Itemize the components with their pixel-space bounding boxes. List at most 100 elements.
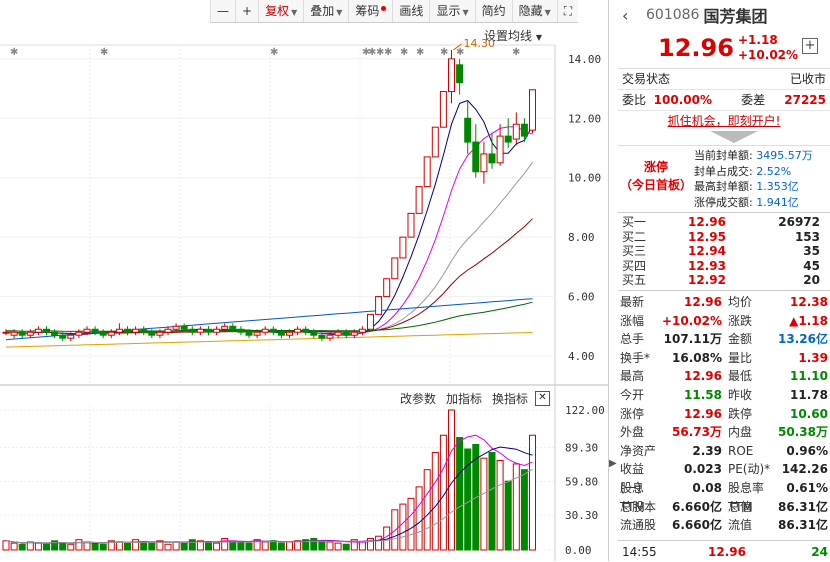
ma60-line bbox=[6, 301, 533, 332]
price-tick-label: 6.00 bbox=[568, 291, 595, 304]
back-icon[interactable]: ‹ bbox=[622, 6, 636, 25]
edit-params-button[interactable]: 改参数 bbox=[400, 390, 436, 407]
stat-value: 11.10 bbox=[790, 369, 828, 384]
bid-qty: 153 bbox=[794, 229, 820, 244]
candle-body bbox=[245, 331, 253, 336]
stock-name: 国芳集团 bbox=[703, 7, 768, 26]
stat-value: 10.60 bbox=[790, 406, 828, 421]
quote-panel: ‹ 601086 国芳集团 12.96 +1.18 +10.02% + 交易状态… bbox=[618, 0, 830, 561]
candle-body bbox=[302, 328, 310, 333]
stat-label: 总股本 bbox=[620, 499, 657, 514]
collapse-panel-icon[interactable]: ▶ bbox=[609, 458, 617, 469]
switch-indicator-button[interactable]: 换指标 bbox=[492, 390, 528, 407]
volume-bar bbox=[237, 541, 245, 551]
volume-bar bbox=[334, 542, 342, 551]
stat-value: 2.39 bbox=[692, 443, 722, 458]
volume-bar bbox=[367, 538, 374, 551]
volume-bar bbox=[26, 541, 34, 551]
candle-body bbox=[124, 328, 131, 333]
candle-body bbox=[148, 331, 156, 336]
stats-row: 今开 11.58 昨收 11.78 bbox=[618, 386, 830, 405]
candle-body bbox=[221, 325, 229, 330]
candle-body bbox=[156, 331, 164, 336]
kline-chart-area[interactable]: — + 复权 ▼ 叠加 ▼ 筹码 画线 显示 ▼ 简约 隐藏 ▼ ⛶ 设置均线 ▼ 14.00 12.00 1… bbox=[0, 0, 609, 561]
event-marker-icon: ✱ bbox=[384, 47, 392, 58]
ma120-line bbox=[5, 298, 533, 341]
expand-toggle[interactable] bbox=[618, 131, 830, 146]
order-book-row[interactable]: 买一 12.96 26972 bbox=[618, 215, 830, 230]
order-book-row[interactable]: 买二 12.95 153 bbox=[618, 230, 830, 245]
volume-tick-label: 59.80 bbox=[565, 475, 598, 488]
candle-body bbox=[213, 328, 221, 333]
close-icon[interactable]: ✕ bbox=[535, 391, 550, 406]
add-watchlist-icon[interactable]: + bbox=[802, 38, 818, 54]
bid-level-label: 买五 bbox=[622, 273, 647, 288]
candle-body bbox=[350, 331, 358, 336]
order-book-row[interactable]: 买四 12.93 45 bbox=[618, 259, 830, 274]
candle-body bbox=[205, 328, 212, 333]
stat-label: 最高 bbox=[620, 369, 645, 384]
stat-label: PE(动)* bbox=[727, 462, 771, 477]
order-book-row[interactable]: 买三 12.94 35 bbox=[618, 244, 830, 259]
limit-info-row: 封单占成交: 2.52% bbox=[694, 164, 813, 180]
volume-bar bbox=[34, 542, 42, 551]
candle-body bbox=[488, 153, 496, 164]
limit-info-key: 最高封单额: bbox=[694, 180, 753, 193]
limit-info-value: 1.941亿 bbox=[756, 195, 799, 209]
trade-status-label: 交易状态 bbox=[622, 72, 671, 86]
stats-row: 收益(一) 0.023 PE(动)* 142.26 bbox=[618, 460, 830, 495]
candle-body bbox=[294, 328, 302, 333]
volume-bar bbox=[245, 542, 253, 551]
weibi-row: 委比 100.00% 委差 27225 bbox=[618, 90, 830, 111]
ma5-line bbox=[6, 99, 533, 336]
volume-bar bbox=[180, 542, 188, 551]
candle-body bbox=[132, 328, 140, 333]
candle-body bbox=[512, 123, 520, 140]
stock-code: 601086 bbox=[646, 7, 700, 23]
candle-body bbox=[358, 328, 366, 333]
volume-bar bbox=[164, 543, 172, 551]
candle-body bbox=[269, 328, 277, 333]
volume-bar bbox=[59, 542, 67, 551]
stat-value: 12.96 bbox=[684, 406, 722, 421]
stat-value: 16.08% bbox=[672, 350, 722, 365]
volume-bar bbox=[188, 539, 196, 551]
volume-bar bbox=[520, 469, 528, 551]
volume-bar bbox=[375, 535, 383, 551]
limit-up-label: 涨停 bbox=[643, 160, 668, 174]
order-book-row[interactable]: 买五 12.92 20 bbox=[618, 273, 830, 288]
limit-info-value: 2.52% bbox=[756, 164, 792, 178]
event-marker-icon: ✱ bbox=[512, 47, 520, 58]
candle-body bbox=[472, 141, 480, 173]
order-book: 买一 12.96 26972 买二 12.95 153 买三 12.94 35 买四 12.93 45… bbox=[618, 213, 830, 291]
stat-label: 外盘 bbox=[620, 425, 645, 440]
add-indicator-button[interactable]: 加指标 bbox=[446, 390, 482, 407]
candle-body bbox=[196, 328, 204, 333]
stat-value: +10.02% bbox=[661, 313, 722, 328]
stat-label: 换手* bbox=[620, 350, 651, 365]
candle-body bbox=[26, 331, 34, 336]
volume-bar bbox=[140, 541, 148, 551]
kline-svg[interactable]: 14.00 12.00 10.00 8.00 6.00 4.00 122.00 89.30 59… bbox=[0, 0, 608, 561]
volume-tick-label: 89.30 bbox=[565, 442, 598, 455]
stat-value: 6.660亿 bbox=[672, 499, 722, 514]
stat-value: 142.26 bbox=[781, 462, 828, 477]
expand-arrow-icon bbox=[710, 131, 758, 143]
limit-info-row: 最高封单额: 1.353亿 bbox=[694, 179, 813, 195]
stats-table: 最新 12.96 均价 12.38 涨幅 +10.02% 涨跌 ▲1.18 总手 107.11万金… bbox=[618, 291, 830, 535]
ma30-line bbox=[6, 218, 533, 335]
stat-value: 12.96 bbox=[684, 369, 722, 384]
stat-label: 涨停 bbox=[620, 406, 645, 421]
stat-value: 0.08 bbox=[692, 480, 722, 495]
volume-bar bbox=[132, 539, 140, 551]
candle-body bbox=[496, 135, 504, 164]
stats-row: 总手 107.11万 金额 13.26亿 bbox=[618, 330, 830, 349]
stat-label: 最新 bbox=[620, 294, 645, 309]
candle-body bbox=[391, 257, 399, 280]
open-account-link[interactable]: 抓住机会，即刻开户! bbox=[618, 111, 830, 131]
candle-body bbox=[172, 325, 180, 330]
volume-bar bbox=[99, 543, 107, 551]
stat-label: 最低 bbox=[727, 369, 752, 384]
candle-body bbox=[261, 328, 269, 333]
volume-bar bbox=[115, 541, 123, 551]
